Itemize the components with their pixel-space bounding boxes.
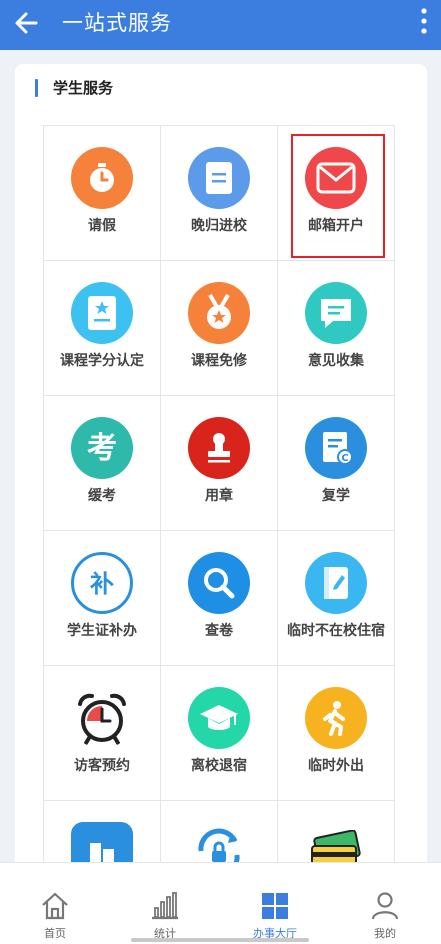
service-temp-outing[interactable]: 临时外出	[278, 666, 395, 801]
nav-home[interactable]: 首页	[0, 863, 110, 944]
grid-row: 访客预约 离校退宿 临时外出	[44, 666, 395, 801]
user-icon	[371, 892, 399, 920]
app-bar: 一站式服务	[0, 0, 441, 50]
home-indicator	[131, 938, 309, 942]
section-accent-bar	[35, 79, 38, 97]
service-resume-study[interactable]: C 复学	[278, 396, 395, 531]
service-label: 复学	[322, 488, 350, 504]
grid-row: 课程学分认定 课程免修 意见收集	[44, 261, 395, 396]
clock-icon	[71, 147, 133, 209]
service-label: 课程学分认定	[60, 353, 144, 369]
nav-statistics[interactable]: 统计	[110, 863, 220, 944]
page-title: 一站式服务	[62, 11, 172, 35]
service-label: 临时外出	[308, 758, 364, 774]
service-label: 缓考	[88, 488, 116, 504]
service-label: 用章	[205, 488, 233, 504]
medal-icon	[188, 282, 250, 344]
certificate-icon	[71, 282, 133, 344]
service-leave-dorm[interactable]: 离校退宿	[161, 666, 278, 801]
reissue-icon: 补	[71, 552, 133, 614]
bar-chart-icon	[152, 892, 178, 920]
service-label: 邮箱开户	[308, 218, 364, 234]
service-course-exemption[interactable]: 课程免修	[161, 261, 278, 396]
search-icon	[188, 552, 250, 614]
svg-text:考: 考	[87, 431, 117, 466]
grid-row: 补 学生证补办 查卷 临时不在校住宿	[44, 531, 395, 666]
service-check-paper[interactable]: 查卷	[161, 531, 278, 666]
service-label: 晚归进校	[191, 218, 247, 234]
home-icon	[42, 892, 68, 920]
document-icon	[188, 147, 250, 209]
service-label: 离校退宿	[191, 758, 247, 774]
service-label: 意见收集	[308, 353, 364, 369]
service-label: 临时不在校住宿	[287, 623, 385, 639]
grid-row: 考 缓考 用章 C 复学	[44, 396, 395, 531]
message-icon	[305, 282, 367, 344]
bottom-nav: 首页 统计 办事大厅 我的	[0, 862, 441, 944]
more-vertical-icon	[421, 8, 427, 34]
service-label: 课程免修	[191, 353, 247, 369]
service-card: 学生服务 请假 晚归进校 邮箱开户 课程学分认定 课程免修 意见收集 考 缓考 …	[15, 64, 427, 884]
service-late-return[interactable]: 晚归进校	[161, 126, 278, 261]
service-label: 查卷	[205, 623, 233, 639]
svg-text:补: 补	[90, 570, 114, 598]
grid-icon	[262, 893, 288, 919]
service-label: 学生证补办	[67, 623, 137, 639]
service-exam-deferral[interactable]: 考 缓考	[44, 396, 161, 531]
grid-row: 请假 晚归进校 邮箱开户	[44, 126, 395, 261]
alarm-clock-icon	[71, 687, 133, 749]
service-feedback[interactable]: 意见收集	[278, 261, 395, 396]
service-visitor-appointment[interactable]: 访客预约	[44, 666, 161, 801]
back-button[interactable]	[10, 6, 44, 40]
walking-icon	[305, 687, 367, 749]
service-email-account[interactable]: 邮箱开户	[278, 126, 395, 261]
section-title: 学生服务	[53, 79, 114, 97]
more-button[interactable]	[417, 6, 431, 36]
service-id-reissue[interactable]: 补 学生证补办	[44, 531, 161, 666]
file-icon: C	[305, 417, 367, 479]
service-temp-offcampus[interactable]: 临时不在校住宿	[278, 531, 395, 666]
nav-service-hall[interactable]: 办事大厅	[220, 863, 330, 944]
svg-text:C: C	[341, 453, 348, 464]
service-label: 访客预约	[74, 758, 130, 774]
nav-label: 首页	[44, 927, 66, 940]
nav-label: 我的	[374, 927, 396, 940]
mail-icon	[305, 147, 367, 209]
service-label: 请假	[88, 218, 116, 234]
service-credit-recognition[interactable]: 课程学分认定	[44, 261, 161, 396]
service-seal-use[interactable]: 用章	[161, 396, 278, 531]
service-leave[interactable]: 请假	[44, 126, 161, 261]
exam-icon: 考	[71, 417, 133, 479]
service-grid: 请假 晚归进校 邮箱开户 课程学分认定 课程免修 意见收集 考 缓考 用章 C …	[43, 125, 395, 884]
stamp-icon	[188, 417, 250, 479]
arrow-left-icon	[15, 12, 38, 34]
nav-profile[interactable]: 我的	[330, 863, 440, 944]
graduation-cap-icon	[188, 687, 250, 749]
notebook-icon	[305, 552, 367, 614]
